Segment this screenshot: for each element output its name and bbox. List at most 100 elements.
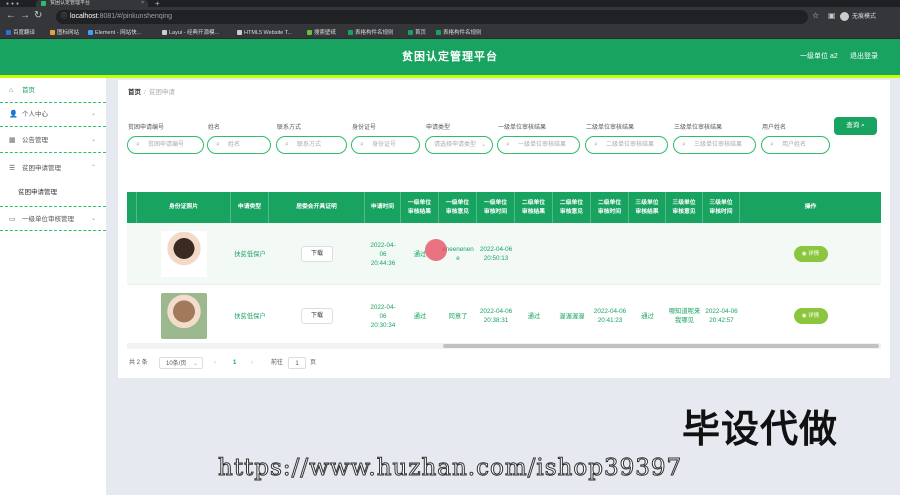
cell-l2-time: 2022-04-06 20:41:23 xyxy=(593,308,627,324)
bookmark-item[interactable]: Layui - 经典开源模... xyxy=(162,29,219,37)
search-input-user-name[interactable]: ⌕ 用户姓名 xyxy=(761,136,830,154)
header-cell: 二级单位审核时间 xyxy=(591,192,629,223)
bookmark-label: 百度翻译 xyxy=(13,30,36,36)
chevron-up-icon: ⌃ xyxy=(90,165,96,171)
home-icon: ⌂ xyxy=(9,87,14,94)
select-placeholder: 请选择申请类型 xyxy=(434,142,477,148)
sidebar-item-level1-review[interactable]: ▭ 一级单位审核管理 ⌄ xyxy=(0,206,106,231)
header-cell: 一级单位审核意见 xyxy=(439,192,477,223)
sidebar-item-label: 贫困申请管理 xyxy=(22,165,61,172)
detail-button-label: 详情 xyxy=(808,251,820,257)
sidebar-item-home[interactable]: ⌂ 首页 xyxy=(0,78,106,103)
list-icon: ☰ xyxy=(9,165,16,172)
header-cell: 居委会开具证明 xyxy=(269,192,365,223)
search-icon: ⌕ xyxy=(682,141,686,148)
search-input-l3-result[interactable]: ⌕ 三级单位审核结果 xyxy=(673,136,756,154)
header-cell: 二级单位审核意见 xyxy=(553,192,591,223)
goto-page-input[interactable]: 1 xyxy=(288,357,306,369)
extensions-icon[interactable]: ▣ xyxy=(828,11,836,20)
page-size-value: 10条/页 xyxy=(166,361,187,367)
eye-icon: ◉ xyxy=(801,313,807,319)
search-input-contact[interactable]: ⌕ 联系方式 xyxy=(276,136,347,154)
bookmark-item[interactable]: 表格构件名规则 xyxy=(436,29,482,37)
watermark-url: https://www.huzhan.com/ishop39397 xyxy=(217,455,683,482)
header-cell: 申请类型 xyxy=(231,192,269,223)
search-label-l3-result: 三级单位审核结果 xyxy=(674,125,723,131)
cell-l3-time xyxy=(703,223,740,285)
reload-icon[interactable]: ↻ xyxy=(34,10,42,21)
url-host: localhost xyxy=(70,13,98,20)
translate-icon xyxy=(6,30,11,35)
breadcrumb-home[interactable]: 首页 xyxy=(128,89,141,96)
wallpaper-icon xyxy=(307,30,312,35)
bookmark-label: 表格构件名规则 xyxy=(355,30,394,36)
browser-tab[interactable]: 贫困认定管理平台 × xyxy=(36,0,148,7)
bookmark-label: Element - 网站快... xyxy=(95,30,142,36)
chevron-down-icon: ⌄ xyxy=(480,142,486,148)
page-unit-label: 页 xyxy=(310,360,317,366)
search-label-user-name: 用户姓名 xyxy=(762,125,787,131)
back-icon[interactable]: ← xyxy=(6,10,16,21)
sidebar-item-poverty-apply[interactable]: ☰ 贫困申请管理 ⌃ xyxy=(0,156,106,181)
sidebar-subitem-poverty-apply[interactable]: 贫困申请管理 xyxy=(0,181,106,205)
search-placeholder: 姓名 xyxy=(228,142,241,148)
page-size-select[interactable]: 10条/页 ⌄ xyxy=(159,357,203,369)
bookmark-item[interactable]: 图标网站 xyxy=(50,29,79,37)
id-photo-image[interactable] xyxy=(161,231,207,277)
page-number-current[interactable]: 1 xyxy=(233,357,236,369)
forward-icon[interactable]: → xyxy=(20,10,30,21)
bookmark-label: 图标网站 xyxy=(57,30,80,36)
tab-close-icon[interactable]: × xyxy=(141,0,144,7)
cell-l1-opinion: 同意了 xyxy=(448,312,468,320)
bookmark-item[interactable]: HTML5 Website T... xyxy=(237,29,292,37)
app-title: 贫困认定管理平台 xyxy=(402,51,498,63)
download-button[interactable]: 下载 xyxy=(301,246,333,262)
sidebar-item-notices[interactable]: ▦ 公告管理 ⌄ xyxy=(0,128,106,153)
image-icon xyxy=(50,30,55,35)
tab-title: 贫困认定管理平台 xyxy=(50,0,91,6)
logout-link[interactable]: 退出登录 xyxy=(850,39,878,75)
search-button-label: 查询 xyxy=(846,122,860,129)
search-label-l1-result: 一级单位审核结果 xyxy=(498,125,547,131)
id-photo-image[interactable] xyxy=(161,293,207,339)
download-button[interactable]: 下载 xyxy=(301,308,333,324)
table-horizontal-scrollbar[interactable] xyxy=(127,343,881,349)
address-bar-row: ← → ↻ ⓘ localhost:8081/#/pinkunshenqing … xyxy=(0,7,900,27)
cell-apply-time: 2022-04-06 20:30:34 xyxy=(370,303,396,329)
search-placeholder: 二级单位审核结果 xyxy=(606,142,655,148)
search-icon: ⌕ xyxy=(594,141,598,148)
breadcrumb-separator: / xyxy=(144,89,146,96)
breadcrumb-current: 贫困申请 xyxy=(148,89,175,96)
prev-page-button[interactable]: ‹ xyxy=(214,357,216,369)
bookmark-item[interactable]: Element - 网站快... xyxy=(88,29,141,37)
profile-label: 无痕模式 xyxy=(852,14,877,20)
search-input-l2-result[interactable]: ⌕ 二级单位审核结果 xyxy=(585,136,668,154)
bookmark-star-icon[interactable]: ☆ xyxy=(812,11,819,20)
url-input[interactable]: ⓘ localhost:8081/#/pinkunshenqing xyxy=(56,10,808,24)
table-row: 扶贫低保户 下载 2022-04-06 20:30:34 通过 同意了 2022… xyxy=(127,285,881,347)
search-input-name[interactable]: ⌕ 姓名 xyxy=(207,136,271,154)
sidebar-item-profile[interactable]: 👤 个人中心 ⌄ xyxy=(0,102,106,127)
next-page-button[interactable]: › xyxy=(251,357,253,369)
bookmark-label: HTML5 Website T... xyxy=(244,30,293,36)
search-select-apply-type[interactable]: 请选择申请类型 ⌄ xyxy=(425,136,493,154)
search-input-l1-result[interactable]: ⌕ 一级单位审核结果 xyxy=(497,136,580,154)
search-input-apply-no[interactable]: ⌕ 贫困申请编号 xyxy=(127,136,204,154)
grid-icon: ▦ xyxy=(9,137,16,144)
watermark-text: 毕设代做 xyxy=(682,407,839,451)
scrollbar-thumb[interactable] xyxy=(443,344,879,348)
sidebar-item-label: 公告管理 xyxy=(22,137,48,144)
sidebar-item-label: 首页 xyxy=(22,87,35,94)
bookmark-item[interactable]: 首页 xyxy=(408,29,426,37)
detail-button[interactable]: ◉ 详情 xyxy=(793,308,828,324)
bookmark-item[interactable]: 搜索壁纸 xyxy=(307,29,336,37)
bookmark-item[interactable]: 百度翻译 xyxy=(6,29,35,37)
search-button[interactable]: 查询 ⌕ xyxy=(834,117,877,135)
detail-button[interactable]: ◉ 详情 xyxy=(793,246,828,262)
search-input-id-number[interactable]: ⌕ 身份证号 xyxy=(351,136,420,154)
profile-button[interactable]: 无痕模式 xyxy=(840,11,876,21)
bookmark-item[interactable]: 表格构件名规则 xyxy=(348,29,394,37)
header-cell: 一级单位审核结果 xyxy=(401,192,439,223)
cell-photo xyxy=(137,223,231,285)
bookmark-label: 首页 xyxy=(415,30,427,36)
